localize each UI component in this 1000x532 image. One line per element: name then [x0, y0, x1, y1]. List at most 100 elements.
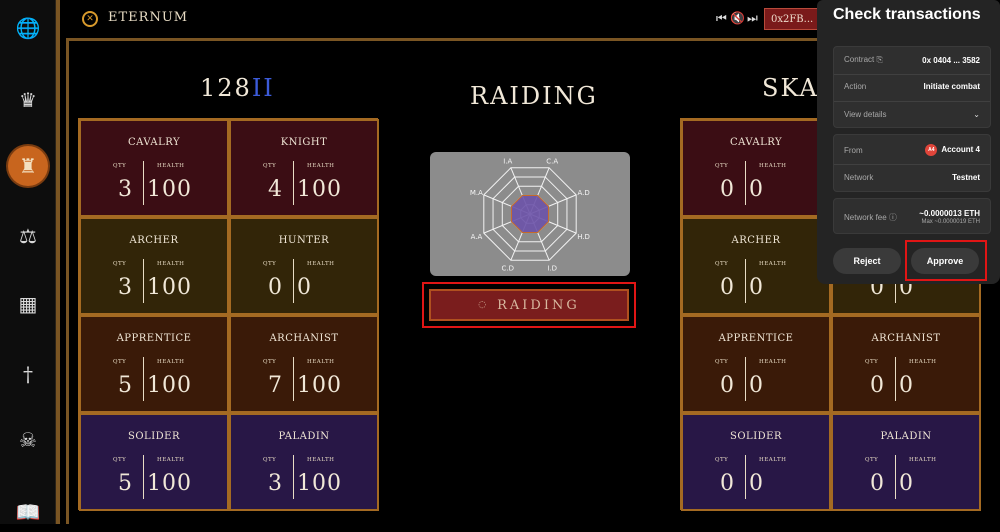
fee-value: ~0.0000013 ETH: [919, 209, 980, 218]
unit-health: 0: [749, 177, 764, 202]
radar-axis-label: I.D: [547, 265, 557, 273]
health-label: HEALTH: [307, 163, 335, 169]
sidebar-item-combat[interactable]: ☠: [8, 420, 48, 460]
unit-health: 100: [297, 471, 342, 496]
volume-mute-icon[interactable]: 🔇: [730, 11, 745, 25]
health-label: HEALTH: [157, 457, 185, 463]
left-unit-cell: APPRENTICE QTY HEALTH 5 100: [79, 315, 229, 413]
unit-qty: 5: [118, 373, 132, 398]
unit-qty: 3: [118, 177, 132, 202]
left-unit-cell: HUNTER QTY HEALTH 0 0: [229, 217, 379, 315]
left-army-title: 128II: [200, 74, 275, 102]
unit-name: APPRENTICE: [116, 333, 192, 344]
health-label: HEALTH: [909, 457, 937, 463]
unit-health: 100: [147, 177, 192, 202]
sidebar-item-buildings[interactable]: ▦: [8, 284, 48, 324]
skip-forward-icon[interactable]: ⏭: [747, 11, 758, 26]
info-icon[interactable]: ⓘ: [889, 213, 897, 222]
radar-axis-label: C.D: [502, 265, 515, 273]
qty-label: QTY: [113, 163, 127, 169]
sidebar-item-crown[interactable]: ♛: [8, 80, 48, 120]
castle-icon: ♜: [19, 154, 37, 178]
tx-account-card: From A4 Account 4 Network Testnet: [833, 134, 991, 192]
tx-fee-card: Network fee ⓘ ~0.0000013 ETH Max ~0.0000…: [833, 198, 991, 234]
wallet-address: 0x2FB...: [771, 13, 814, 25]
tx-details-card: Contract ⎘ 0x 0404 ... 3582 Action Initi…: [833, 46, 991, 128]
unit-qty: 5: [118, 471, 132, 496]
sidebar-item-guide[interactable]: 📖: [8, 492, 48, 532]
cell-divider: [745, 455, 746, 499]
from-value: Account 4: [941, 145, 980, 155]
health-label: HEALTH: [759, 163, 787, 169]
action-label: Action: [844, 82, 867, 91]
left-unit-cell: ARCHER QTY HEALTH 3 100: [79, 217, 229, 315]
sidebar: 🌐 ♛ ♜ ⚖ ▦ † ☠ 📖: [0, 0, 56, 524]
cell-divider: [745, 161, 746, 205]
unit-name: SOLIDER: [128, 431, 180, 442]
unit-name: PALADIN: [278, 431, 330, 442]
radar-chart: C.A A.D H.D I.D C.D A.A M.A I.A: [470, 157, 590, 273]
left-unit-cell: KNIGHT QTY HEALTH 4 100: [229, 119, 379, 217]
qty-label: QTY: [715, 359, 729, 365]
eternum-logo-icon: ✕: [82, 11, 98, 27]
unit-name: HUNTER: [278, 235, 330, 246]
unit-health: 0: [749, 471, 764, 496]
skip-back-icon[interactable]: ⏮: [716, 11, 727, 26]
unit-name: ARCHANIST: [871, 333, 941, 344]
radar-chart-panel: C.A A.D H.D I.D C.D A.A M.A I.A: [430, 152, 630, 276]
tx-divider: [834, 164, 990, 165]
left-unit-cell: PALADIN QTY HEALTH 3 100: [229, 413, 379, 511]
cell-divider: [745, 357, 746, 401]
unit-name: ARCHER: [731, 235, 781, 246]
reject-button[interactable]: Reject: [833, 248, 901, 274]
unit-qty: 0: [720, 471, 734, 496]
unit-health: 0: [899, 373, 914, 398]
radar-axis-label: C.A: [546, 157, 558, 165]
sidebar-item-castle[interactable]: ♜: [8, 146, 48, 186]
tx-divider: [834, 101, 990, 102]
network-label: Network: [844, 173, 874, 182]
unit-health: 0: [899, 471, 914, 496]
health-label: HEALTH: [157, 261, 185, 267]
battle-status-title: RAIDING: [470, 82, 598, 110]
fee-label: Network fee: [844, 212, 887, 222]
view-details-toggle[interactable]: View details ⌄: [844, 110, 980, 119]
left-unit-cell: ARCHANIST QTY HEALTH 7 100: [229, 315, 379, 413]
left-unit-cell: SOLIDER QTY HEALTH 5 100: [79, 413, 229, 511]
globe-icon: 🌐: [15, 16, 41, 40]
tx-contract-row: Contract ⎘ 0x 0404 ... 3582: [844, 55, 980, 65]
account-avatar: A4: [925, 144, 938, 156]
sidebar-item-globe[interactable]: 🌐: [8, 8, 48, 48]
cell-divider: [293, 455, 294, 499]
unit-qty: 0: [720, 373, 734, 398]
left-army-number: 128: [200, 74, 252, 102]
action-value: Initiate combat: [923, 82, 980, 91]
wallet-chip[interactable]: 0x2FB...: [764, 8, 820, 30]
chevron-down-icon: ⌄: [973, 110, 980, 119]
qty-label: QTY: [263, 261, 277, 267]
contract-label: Contract: [844, 55, 875, 64]
copy-icon[interactable]: ⎘: [876, 55, 882, 64]
sidebar-item-trade[interactable]: ⚖: [8, 216, 48, 256]
sidebar-item-military[interactable]: †: [8, 354, 48, 394]
unit-name: APPRENTICE: [718, 333, 794, 344]
building-icon: ▦: [18, 292, 38, 316]
crown-icon: ♛: [19, 88, 37, 112]
view-details-label: View details: [844, 110, 887, 119]
unit-qty: 0: [870, 373, 884, 398]
from-label: From: [844, 145, 863, 155]
qty-label: QTY: [715, 457, 729, 463]
health-label: HEALTH: [307, 359, 335, 365]
raid-button[interactable]: ◌ RAIDING: [429, 289, 629, 321]
cell-divider: [143, 455, 144, 499]
left-unit-cell: CAVALRY QTY HEALTH 3 100: [79, 119, 229, 217]
tx-divider: [834, 74, 990, 75]
radar-data-area: [511, 195, 549, 233]
right-unit-cell: PALADIN QTY HEALTH 0 0: [831, 413, 981, 511]
right-unit-cell: APPRENTICE QTY HEALTH 0 0: [681, 315, 831, 413]
qty-label: QTY: [263, 457, 277, 463]
unit-health: 0: [749, 373, 764, 398]
approve-button-highlight: [905, 240, 987, 281]
unit-qty: 4: [268, 177, 282, 202]
unit-name: PALADIN: [880, 431, 932, 442]
